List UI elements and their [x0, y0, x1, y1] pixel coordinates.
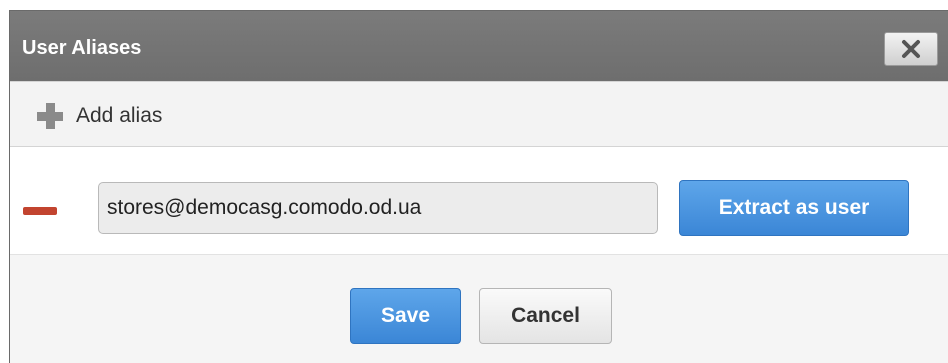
plus-icon	[37, 103, 63, 129]
dialog-titlebar: User Aliases	[10, 11, 948, 81]
alias-row: Extract as user	[10, 147, 948, 254]
add-alias-button[interactable]: Add alias	[34, 100, 162, 132]
add-alias-label: Add alias	[76, 104, 163, 127]
dialog-footer: Save Cancel	[10, 254, 948, 363]
alias-input[interactable]	[98, 182, 658, 234]
close-icon	[902, 40, 920, 58]
minus-icon[interactable]	[23, 207, 57, 215]
alias-toolbar: Add alias	[10, 81, 948, 147]
dialog-title: User Aliases	[22, 37, 142, 59]
cancel-button[interactable]: Cancel	[479, 288, 612, 344]
close-button[interactable]	[884, 32, 938, 66]
extract-as-user-button[interactable]: Extract as user	[679, 180, 909, 236]
save-button[interactable]: Save	[350, 288, 461, 344]
user-aliases-dialog: User Aliases Add alias Extract as user S…	[9, 10, 948, 363]
